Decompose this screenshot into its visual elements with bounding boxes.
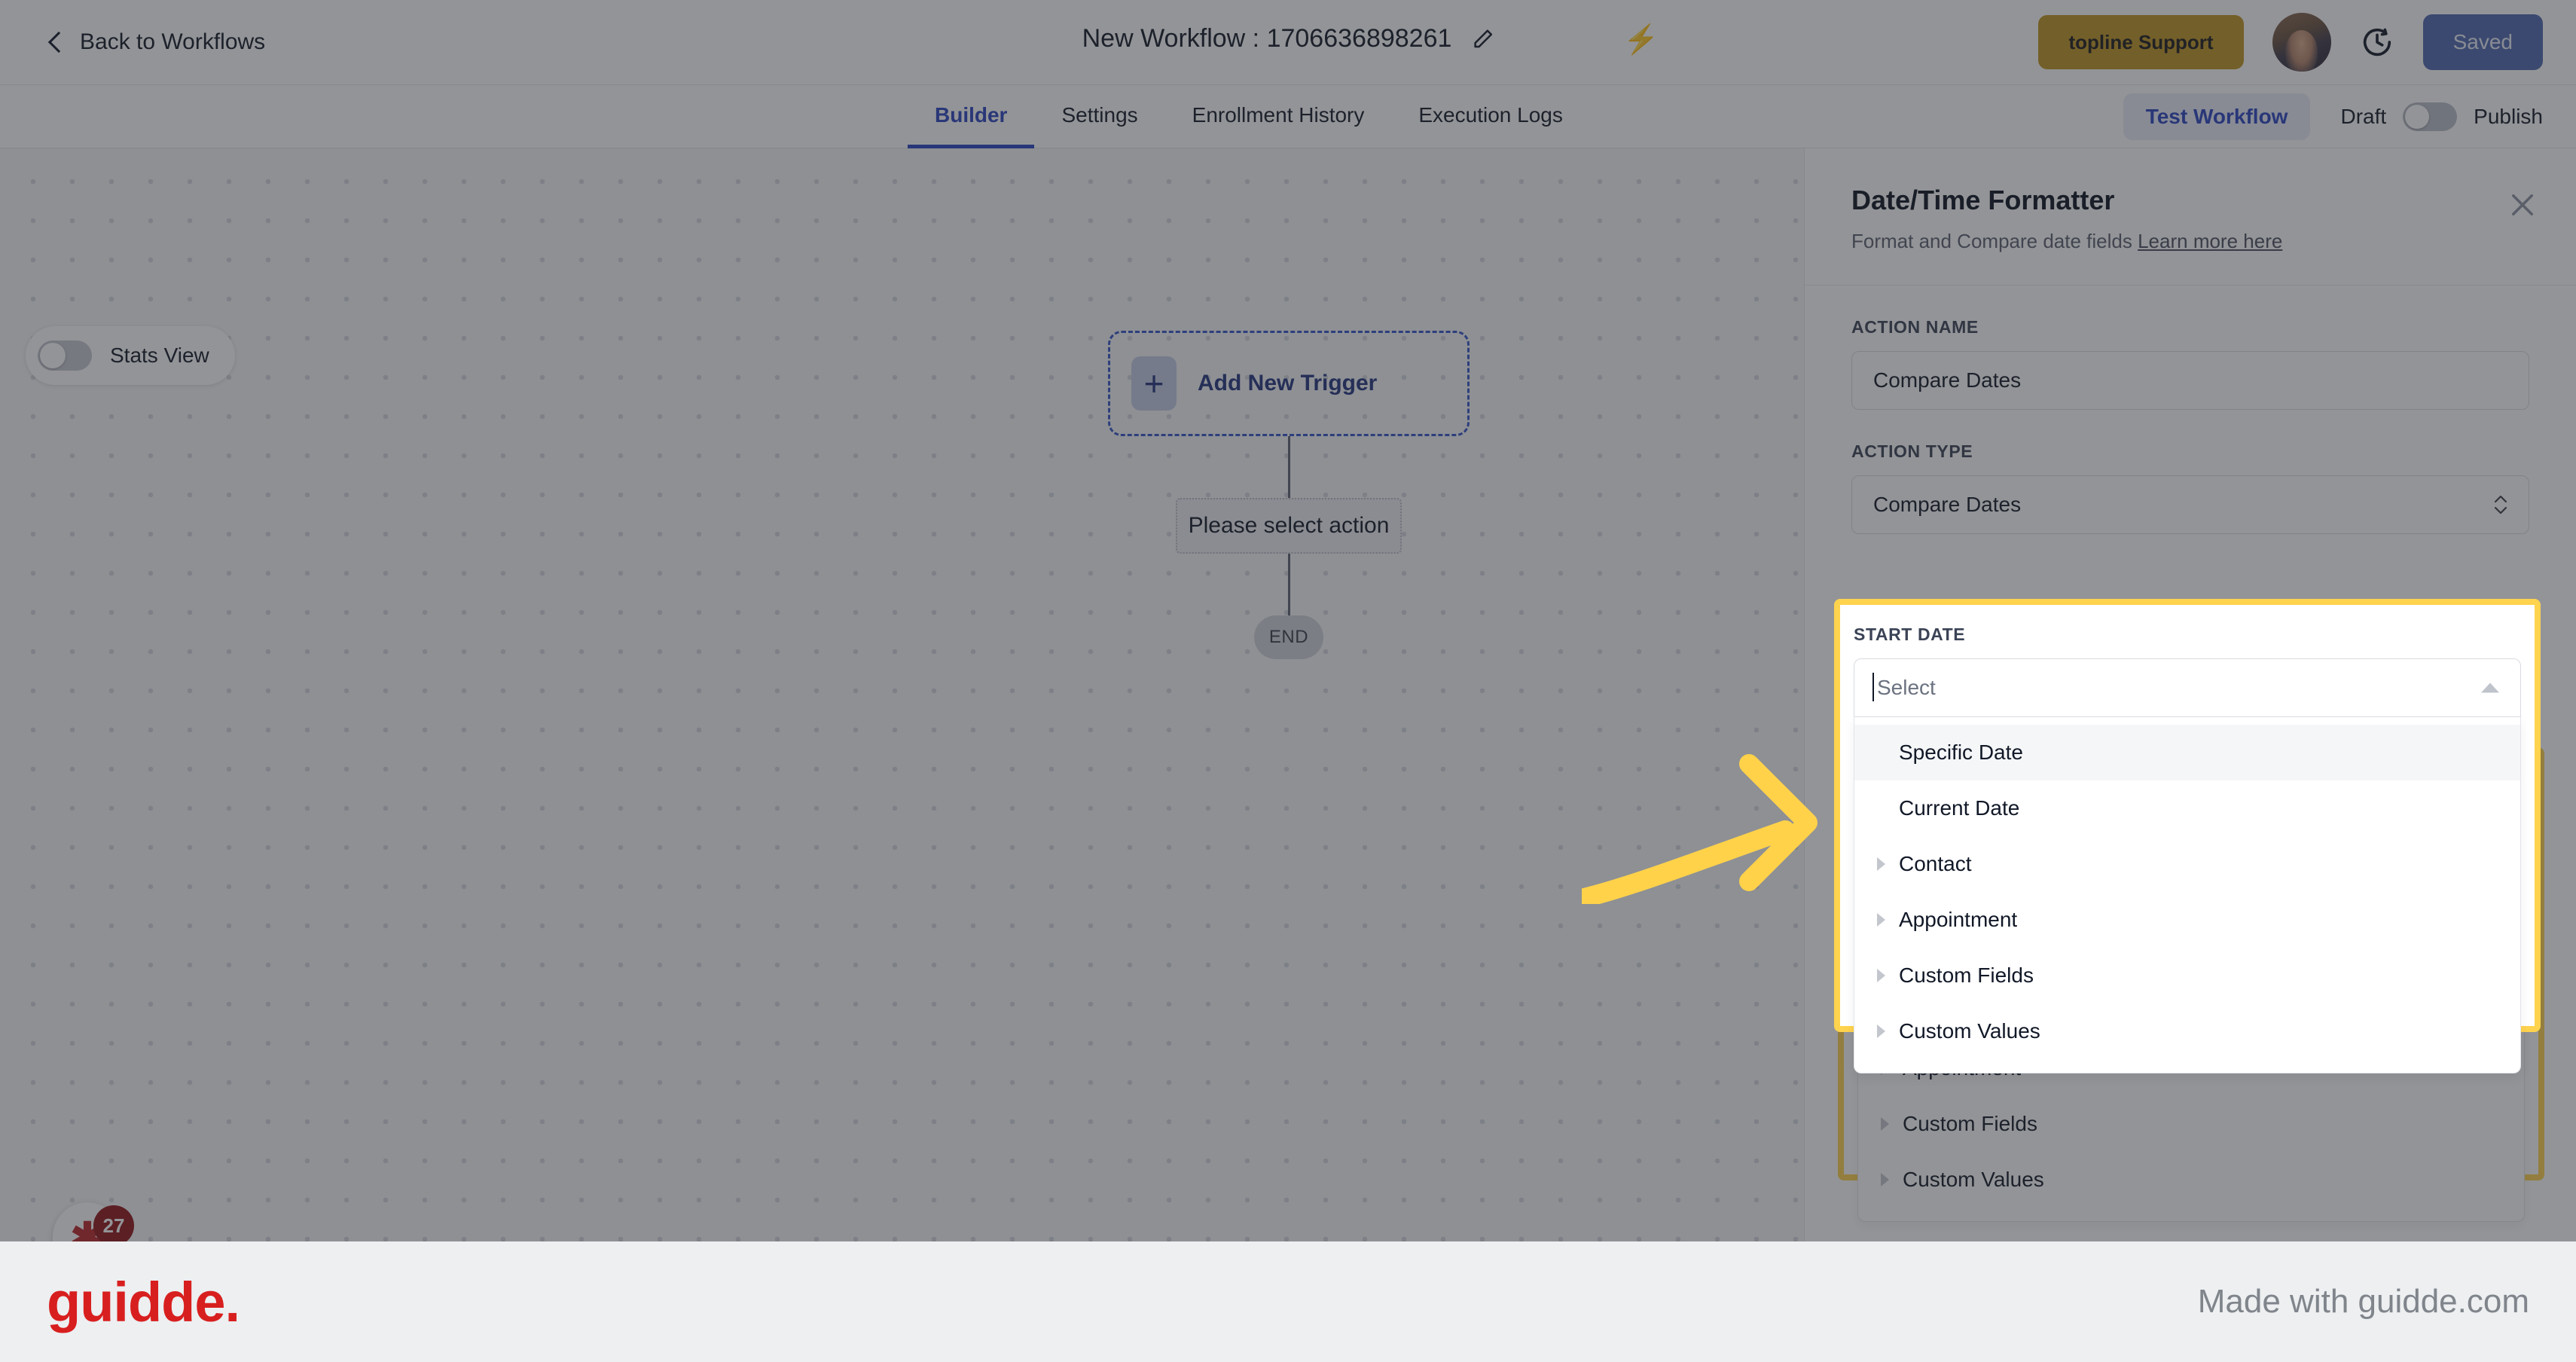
- expand-triangle-icon[interactable]: [1881, 1061, 1889, 1075]
- learn-more-link[interactable]: Learn more here: [2138, 230, 2282, 252]
- option-appointment[interactable]: Appointment: [1858, 1040, 2524, 1096]
- draft-publish-toggle[interactable]: [2403, 102, 2458, 131]
- clock-history-icon[interactable]: [2360, 25, 2394, 60]
- option-label: Appointment: [1903, 1056, 2022, 1080]
- action-type-label: ACTION TYPE: [1851, 441, 1973, 461]
- start-date-label: START DATE: [1857, 773, 1970, 792]
- top-bar: Back to Workflows New Workflow : 1706636…: [0, 0, 2576, 85]
- action-name-label: ACTION NAME: [1851, 317, 1979, 337]
- start-date-combobox[interactable]: Select: [1857, 807, 2525, 866]
- option-label: Custom Values: [1903, 1168, 2044, 1191]
- expand-triangle-icon[interactable]: [1881, 1173, 1889, 1186]
- connector-line-1: [1287, 436, 1290, 498]
- action-name-field-group: ACTION NAME Compare Dates: [1851, 317, 2529, 410]
- workflow-title-group: New Workflow : 1706636898261: [1082, 24, 1494, 53]
- expand-triangle-icon[interactable]: [1881, 1006, 1889, 1019]
- panel-subtitle-text: Format and Compare date fields: [1851, 230, 2132, 252]
- made-with-guidde-label: Made with guidde.com: [2197, 1283, 2529, 1320]
- top-bar-actions: topline Support Saved: [2038, 13, 2543, 72]
- close-icon[interactable]: [2507, 189, 2538, 221]
- draft-publish-group: Draft Publish: [2340, 102, 2543, 131]
- panel-body: ACTION NAME Compare Dates ACTION TYPE Co…: [1805, 286, 2576, 534]
- topline-support-button[interactable]: topline Support: [2038, 15, 2244, 69]
- avatar[interactable]: [2272, 13, 2331, 72]
- pencil-icon[interactable]: [1471, 28, 1494, 50]
- support-label: Support: [2138, 30, 2214, 53]
- panel-title: Date/Time Formatter: [1851, 185, 2115, 215]
- comment-count-badge: 27: [93, 1205, 134, 1246]
- workflow-flow: + Add New Trigger Please select action E…: [1108, 331, 1470, 659]
- please-select-action-node[interactable]: Please select action: [1176, 498, 1402, 554]
- chevron-left-icon: [47, 32, 66, 52]
- chevron-up-icon: [2485, 831, 2503, 841]
- tab-bar-actions: Test Workflow Draft Publish: [2123, 93, 2543, 140]
- option-specific-date[interactable]: Specific Date: [1858, 873, 2524, 929]
- panel-header: Date/Time Formatter Format and Compare d…: [1805, 148, 2576, 253]
- publish-label: Publish: [2474, 104, 2543, 128]
- add-new-trigger-label: Add New Trigger: [1198, 371, 1378, 395]
- tab-list: Builder Settings Enrollment History Exec…: [908, 85, 1590, 148]
- application-window: Back to Workflows New Workflow : 1706636…: [0, 0, 2576, 1241]
- start-date-highlight-box: START DATE Select Specific Date Current …: [1838, 747, 2544, 1222]
- topline-brand-label: topline: [2068, 30, 2133, 53]
- test-workflow-button[interactable]: Test Workflow: [2123, 93, 2311, 140]
- option-label: Custom Fields: [1903, 1112, 2037, 1135]
- action-settings-panel: Date/Time Formatter Format and Compare d…: [1804, 148, 2576, 1241]
- expand-triangle-icon[interactable]: [1881, 1117, 1889, 1131]
- tab-bar: Builder Settings Enrollment History Exec…: [0, 85, 2576, 148]
- option-label: Current Date: [1903, 945, 2024, 968]
- tab-settings[interactable]: Settings: [1034, 85, 1164, 148]
- screen-root: Back to Workflows New Workflow : 1706636…: [0, 0, 2576, 1362]
- action-type-field-group: ACTION TYPE Compare Dates: [1851, 441, 2529, 534]
- end-node: END: [1254, 615, 1323, 659]
- option-contact[interactable]: Contact: [1858, 985, 2524, 1040]
- chevron-updown-icon: [2492, 492, 2509, 518]
- action-type-select[interactable]: Compare Dates: [1851, 475, 2529, 534]
- workflow-title: New Workflow : 1706636898261: [1082, 24, 1452, 53]
- action-type-value: Compare Dates: [1873, 493, 2022, 516]
- body-area: Stats View + Add New Trigger Please sele…: [0, 148, 2576, 1241]
- connector-line-2: [1287, 554, 1290, 615]
- start-date-options-list: Specific Date Current Date Contact Appoi…: [1857, 866, 2525, 1222]
- back-to-workflows-label: Back to Workflows: [80, 29, 266, 54]
- plus-icon: +: [1131, 356, 1177, 411]
- draft-label: Draft: [2340, 104, 2387, 128]
- stats-view-label: Stats View: [110, 344, 209, 367]
- start-date-field-group: START DATE Select Specific Date Current …: [1857, 773, 2525, 1222]
- add-new-trigger-button[interactable]: + Add New Trigger: [1108, 331, 1470, 436]
- option-label: Specific Date: [1903, 889, 2027, 912]
- stats-view-toggle[interactable]: Stats View: [26, 326, 235, 385]
- stats-view-knob: [40, 343, 66, 368]
- tab-enrollment-history[interactable]: Enrollment History: [1165, 85, 1392, 148]
- action-name-input[interactable]: Compare Dates: [1851, 351, 2529, 410]
- option-custom-values[interactable]: Custom Values: [1858, 1152, 2524, 1208]
- workflow-canvas[interactable]: Stats View + Add New Trigger Please sele…: [0, 148, 1804, 1241]
- lightning-bolt-icon[interactable]: ⚡: [1623, 26, 1659, 54]
- option-current-date[interactable]: Current Date: [1858, 929, 2524, 985]
- toggle-knob: [2405, 104, 2430, 129]
- stats-view-switch[interactable]: [38, 340, 92, 371]
- start-date-placeholder: Select: [1876, 821, 1940, 850]
- tab-execution-logs[interactable]: Execution Logs: [1391, 85, 1589, 148]
- option-label: Contact: [1903, 1000, 1976, 1024]
- guidde-footer-bar: guidde. Made with guidde.com: [0, 1241, 2576, 1362]
- guidde-logo: guidde.: [47, 1270, 240, 1333]
- panel-subtitle: Format and Compare date fields Learn mor…: [1851, 230, 2529, 253]
- tab-builder[interactable]: Builder: [908, 85, 1035, 148]
- option-custom-fields[interactable]: Custom Fields: [1858, 1096, 2524, 1152]
- back-to-workflows-button[interactable]: Back to Workflows: [47, 29, 265, 55]
- saved-button[interactable]: Saved: [2422, 14, 2543, 70]
